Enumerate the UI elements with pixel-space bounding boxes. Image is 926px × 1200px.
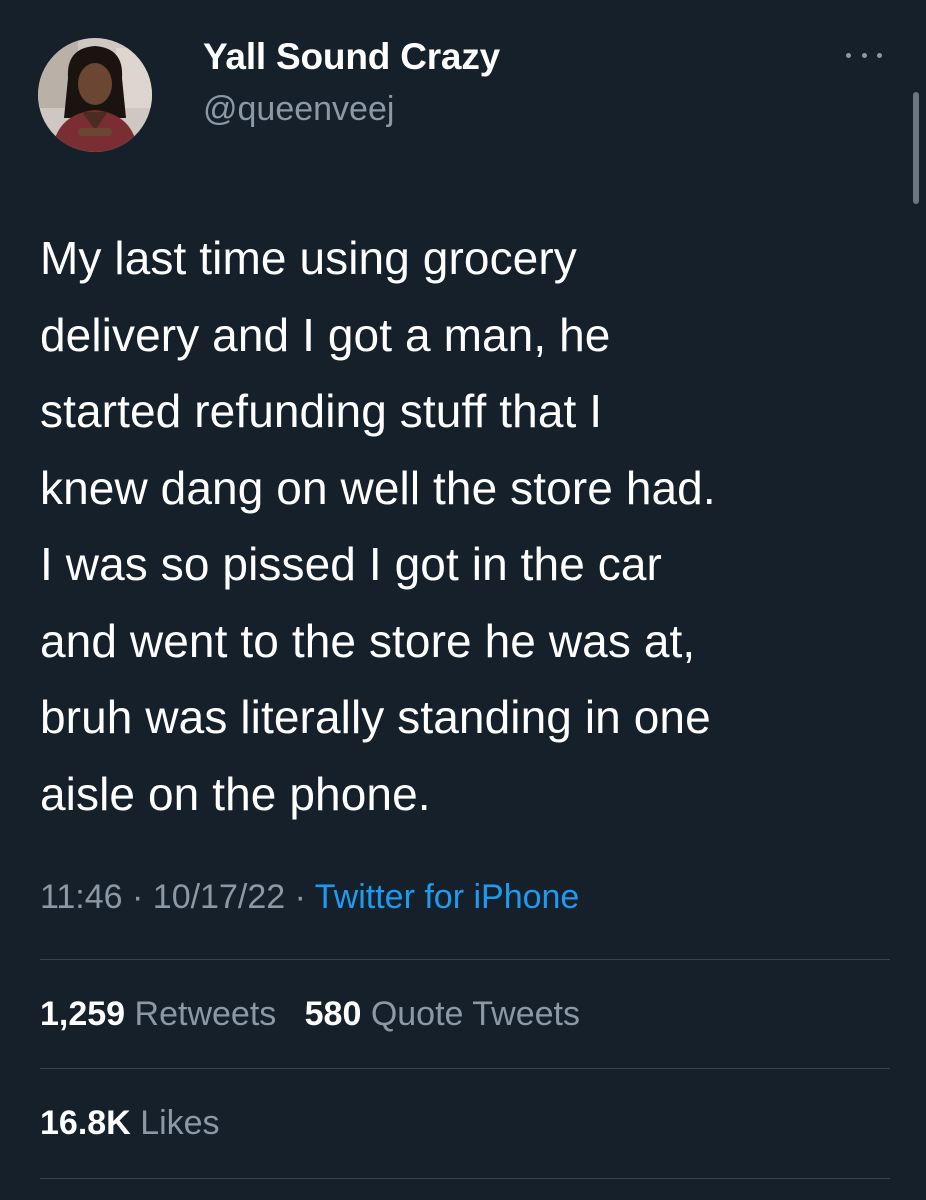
retweets-stat[interactable]: 1,259 Retweets <box>40 995 286 1033</box>
likes-stat[interactable]: 16.8K Likes <box>40 1104 220 1142</box>
user-handle[interactable]: @queenveej <box>203 90 394 129</box>
tweet-text-line: started refunding stuff that I <box>40 385 603 437</box>
avatar[interactable] <box>38 38 152 152</box>
divider <box>40 1178 890 1179</box>
avatar-photo <box>38 38 152 152</box>
tweet-text: My last time using grocery delivery and … <box>40 220 900 832</box>
tweet-text-line: My last time using grocery <box>40 232 577 284</box>
display-name[interactable]: Yall Sound Crazy <box>203 36 500 78</box>
tweet-text-line: I was so pissed I got in the car <box>40 538 662 590</box>
tweet-date[interactable]: 10/17/22 <box>153 878 285 916</box>
retweets-count: 1,259 <box>40 995 126 1033</box>
meta-separator: · <box>294 878 306 916</box>
engagement-stats-row: 1,259 Retweets 580 Quote Tweets <box>40 995 580 1034</box>
tweet-source-link[interactable]: Twitter for iPhone <box>315 878 580 916</box>
quote-tweets-stat[interactable]: 580 Quote Tweets <box>295 995 580 1033</box>
meta-separator: · <box>132 878 144 916</box>
quote-tweets-label: Quote Tweets <box>370 995 580 1033</box>
divider <box>40 959 890 960</box>
tweet-metadata: 11:46 · 10/17/22 · Twitter for iPhone <box>40 878 579 917</box>
quote-tweets-count: 580 <box>304 995 362 1033</box>
tweet-text-line: knew dang on well the store had. <box>40 461 716 514</box>
likes-stats-row: 16.8K Likes <box>40 1104 220 1143</box>
tweet-text-line: aisle on the phone. <box>40 767 431 820</box>
retweets-label: Retweets <box>134 995 277 1033</box>
more-horizontal-icon[interactable] <box>846 47 882 63</box>
tweet-text-line: delivery and I got a man, he <box>40 308 611 361</box>
more-dot <box>846 52 851 58</box>
tweet-text-line: bruh was literally standing in one <box>40 691 711 743</box>
scrollbar[interactable] <box>913 92 919 204</box>
more-dot <box>861 52 867 58</box>
more-dot <box>877 52 882 58</box>
divider <box>40 1068 890 1069</box>
tweet-time[interactable]: 11:46 <box>40 878 123 916</box>
tweet-text-line: and went to the store he was at, <box>40 614 696 667</box>
likes-label: Likes <box>140 1104 220 1142</box>
likes-count: 16.8K <box>40 1104 131 1142</box>
